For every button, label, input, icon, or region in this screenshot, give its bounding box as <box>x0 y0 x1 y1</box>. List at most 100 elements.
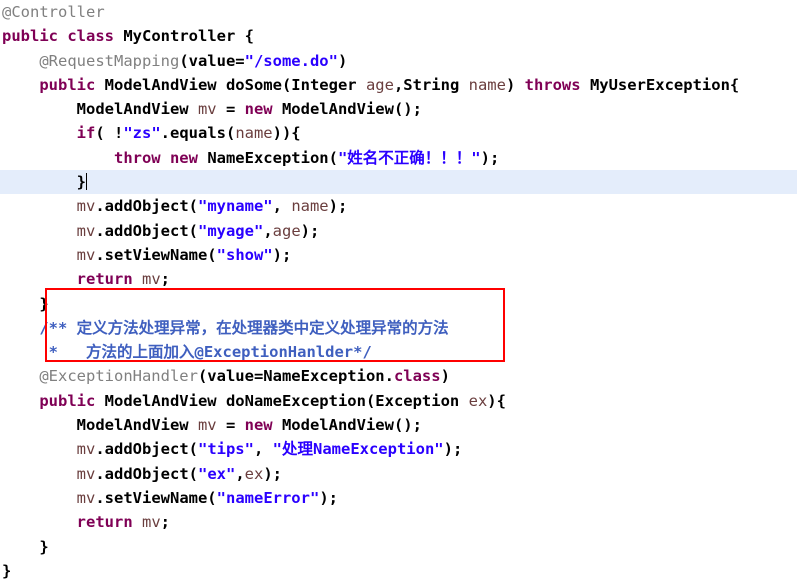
code-line-6[interactable]: if( !"zs".equals(name)){ <box>0 121 797 145</box>
code-token: throws <box>524 75 590 94</box>
code-token: return <box>76 513 142 532</box>
code-token: } <box>2 294 49 313</box>
code-token: (value= <box>179 51 245 70</box>
code-token: ; <box>160 513 170 532</box>
code-token: ); <box>272 245 292 264</box>
code-line-18[interactable]: ModelAndView mv = new ModelAndView(); <box>0 413 797 437</box>
code-token: ) <box>337 51 348 70</box>
code-token: /** 定义方法处理异常，在处理器类中定义处理异常的方法 <box>39 318 449 337</box>
code-token: MyController { <box>123 27 254 46</box>
code-line-19[interactable]: mv.addObject("tips", "处理NameException"); <box>0 437 797 461</box>
code-line-20[interactable]: mv.addObject("ex",ex); <box>0 462 797 486</box>
code-token: "show" <box>216 245 273 264</box>
code-line-2[interactable]: public class MyController { <box>0 24 797 48</box>
code-lines-container[interactable]: @Controller public class MyController { @… <box>0 0 797 583</box>
code-token: } <box>2 173 86 192</box>
code-token: class <box>393 367 441 386</box>
code-token: name <box>291 197 329 216</box>
code-token: mv <box>76 464 96 483</box>
code-line-14[interactable]: /** 定义方法处理异常，在处理器类中定义处理异常的方法 <box>0 316 797 340</box>
code-token: ){ <box>487 391 506 410</box>
code-token: .setViewName( <box>95 488 217 507</box>
code-line-8[interactable]: } <box>0 170 797 195</box>
code-line-15[interactable]: * 方法的上面加入@ExceptionHanlder*/ <box>0 340 797 364</box>
code-line-22[interactable]: return mv; <box>0 510 797 534</box>
code-token: "tips" <box>197 440 254 459</box>
code-line-7[interactable]: throw new NameException("姓名不正确！！！"); <box>0 146 797 170</box>
code-token: (value=NameException. <box>197 367 394 386</box>
code-token: ModelAndView <box>2 100 198 119</box>
code-token: ModelAndView doNameException(Exception <box>104 391 469 410</box>
code-line-23[interactable]: } <box>0 535 797 559</box>
code-line-12[interactable]: return mv; <box>0 267 797 291</box>
code-token: ,String <box>393 75 469 94</box>
code-token: ); <box>319 488 338 507</box>
code-token: "nameError" <box>216 488 320 507</box>
code-token: age <box>365 75 394 94</box>
code-token: mv <box>76 197 96 216</box>
code-token: ); <box>443 440 463 459</box>
code-line-21[interactable]: mv.setViewName("nameError"); <box>0 486 797 510</box>
code-token: public <box>39 75 105 94</box>
code-token: } <box>2 561 12 580</box>
code-token: mv <box>76 221 96 240</box>
code-token: * 方法的上面加入@ExceptionHanlder*/ <box>39 343 372 362</box>
code-editor-pane[interactable]: @Controller public class MyController { @… <box>0 0 797 580</box>
code-token: .addObject( <box>95 197 198 216</box>
code-token: "/some.do" <box>244 51 338 70</box>
code-token: } <box>2 537 49 556</box>
code-line-10[interactable]: mv.addObject("myage",age); <box>0 219 797 243</box>
code-token: mv <box>197 100 217 119</box>
code-token: @Controller <box>2 3 105 21</box>
code-line-16[interactable]: @ExceptionHandler(value=NameException.cl… <box>0 364 797 388</box>
code-line-5[interactable]: ModelAndView mv = new ModelAndView(); <box>0 97 797 121</box>
code-line-17[interactable]: public ModelAndView doNameException(Exce… <box>0 389 797 413</box>
code-token: @ExceptionHandler <box>39 367 198 386</box>
code-line-13[interactable]: } <box>0 292 797 316</box>
code-token: mv <box>76 488 96 507</box>
code-line-24[interactable]: } <box>0 559 797 583</box>
code-token: .setViewName( <box>95 245 217 264</box>
code-token: mv <box>76 440 96 459</box>
code-token: return <box>76 270 142 289</box>
code-token: ); <box>300 221 320 240</box>
code-line-4[interactable]: public ModelAndView doSome(Integer age,S… <box>0 73 797 97</box>
code-token: "ex" <box>197 464 236 483</box>
code-token: ModelAndView doSome(Integer <box>104 75 366 94</box>
code-token: )){ <box>272 124 301 143</box>
code-token: .addObject( <box>95 221 198 240</box>
text-cursor-caret <box>86 173 87 191</box>
code-token: mv <box>141 270 161 289</box>
code-line-11[interactable]: mv.setViewName("show"); <box>0 243 797 267</box>
code-token: ModelAndView <box>2 416 198 435</box>
code-token: ); <box>480 148 500 167</box>
code-line-1[interactable]: @Controller <box>0 0 797 24</box>
code-token: mv <box>76 245 96 264</box>
code-token: .addObject( <box>95 440 198 459</box>
code-token: , <box>263 221 273 240</box>
code-token: , <box>253 440 273 459</box>
code-token: public <box>39 391 105 410</box>
code-token: MyUserException{ <box>589 75 740 94</box>
code-line-9[interactable]: mv.addObject("myname", name); <box>0 194 797 218</box>
code-token: ) <box>505 75 525 94</box>
code-token: mv <box>141 513 161 532</box>
code-token: NameException( <box>207 148 338 167</box>
code-token: name <box>468 75 506 94</box>
code-token: ModelAndView(); <box>281 100 422 119</box>
code-line-3[interactable]: @RequestMapping(value="/some.do") <box>0 49 797 73</box>
code-token: ( ! <box>95 124 124 143</box>
